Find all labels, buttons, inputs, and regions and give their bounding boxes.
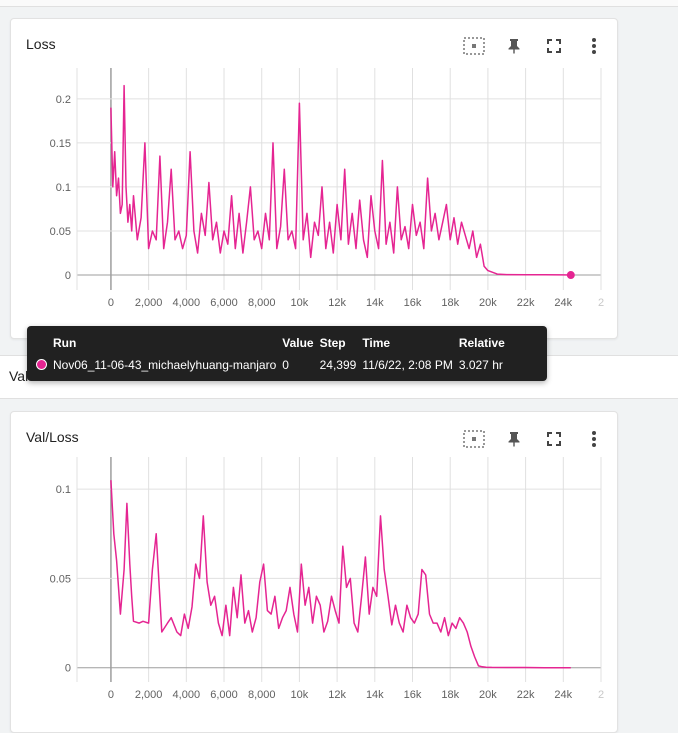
x-tick-label: 10k	[291, 297, 309, 309]
x-tick-label: 2	[598, 689, 604, 701]
x-tick-label: 14k	[366, 689, 384, 701]
loss-chart[interactable]: 0 2,000 4,000 6,000 8,000 10k 12k 14k 16k 18k 20k 2…	[11, 19, 617, 338]
x-tick-label: 16k	[404, 297, 422, 309]
tooltip-table: Run Value Step Time Relative Nov06_11-06…	[33, 334, 508, 374]
x-tick-label: 4,000	[173, 297, 201, 309]
x-tick-label: 22k	[517, 689, 535, 701]
x-tick-label: 22k	[517, 297, 535, 309]
x-tick-label: 16k	[404, 689, 422, 701]
tooltip-header-relative: Relative	[458, 336, 505, 350]
x-tick-label: 2	[598, 297, 604, 309]
y-tick-label: 0.05	[50, 226, 71, 238]
grid	[77, 457, 602, 682]
x-tick-label: 14k	[366, 297, 384, 309]
series-line	[110, 84, 571, 276]
chart-hover-tooltip: Run Value Step Time Relative Nov06_11-06…	[27, 326, 547, 381]
top-strip	[0, 0, 678, 7]
y-tick-label: 0	[65, 663, 71, 675]
x-tick-label: 12k	[328, 689, 346, 701]
x-tick-label: 8,000	[248, 689, 276, 701]
section-label: Val	[9, 368, 29, 384]
y-tick-label: 0.1	[56, 182, 71, 194]
tooltip-time: 11/6/22, 2:08 PM	[362, 358, 453, 372]
x-tick-label: 10k	[291, 689, 309, 701]
x-tick-label: 18k	[441, 297, 459, 309]
y-tick-label: 0.2	[56, 94, 71, 106]
x-tick-label: 6,000	[210, 689, 238, 701]
y-tick-label: 0.15	[50, 138, 71, 150]
x-tick-label: 8,000	[248, 297, 276, 309]
x-tick-label: 12k	[328, 297, 346, 309]
y-tick-label: 0	[65, 270, 71, 282]
x-tick-label: 6,000	[210, 297, 238, 309]
x-tick-label: 20k	[479, 297, 497, 309]
tooltip-run: Nov06_11-06-43_michaelyhuang-manjaro	[53, 358, 277, 372]
tooltip-step: 24,399	[319, 358, 357, 372]
x-tick-label: 18k	[441, 689, 459, 701]
x-tick-label: 20k	[479, 689, 497, 701]
series-line	[110, 480, 571, 669]
tooltip-value: 0	[282, 358, 289, 372]
y-tick-label: 0.1	[56, 484, 71, 496]
tooltip-header-run: Run	[53, 336, 77, 350]
tooltip-row: Nov06_11-06-43_michaelyhuang-manjaro 0 2…	[33, 356, 508, 374]
grid	[77, 68, 602, 290]
val-loss-chart[interactable]: 0 2,000 4,000 6,000 8,000 10k 12k 14k 16k 18k 20k 2…	[11, 412, 617, 732]
x-tick-label: 24k	[554, 297, 572, 309]
x-tick-label: 2,000	[135, 297, 163, 309]
x-tick-label: 24k	[554, 689, 572, 701]
x-tick-label: 2,000	[135, 689, 163, 701]
hover-point	[566, 271, 575, 280]
val-loss-chart-card: Val/Loss 0 2,000 4,000 6,000 8,000 10k 1…	[10, 411, 618, 733]
tooltip-relative: 3.027 hr	[458, 358, 503, 372]
x-tick-label: 0	[108, 689, 114, 701]
loss-chart-card: Loss 02,0004,0006,0008,00010k12k1	[10, 18, 618, 339]
tooltip-header-time: Time	[362, 336, 391, 350]
tooltip-header-value: Value	[282, 336, 314, 350]
y-tick-label: 0.05	[50, 573, 71, 585]
tooltip-header-step: Step	[319, 336, 346, 350]
x-tick-label: 0	[108, 297, 114, 309]
x-tick-label: 4,000	[173, 689, 201, 701]
run-color-dot-icon	[36, 359, 47, 370]
